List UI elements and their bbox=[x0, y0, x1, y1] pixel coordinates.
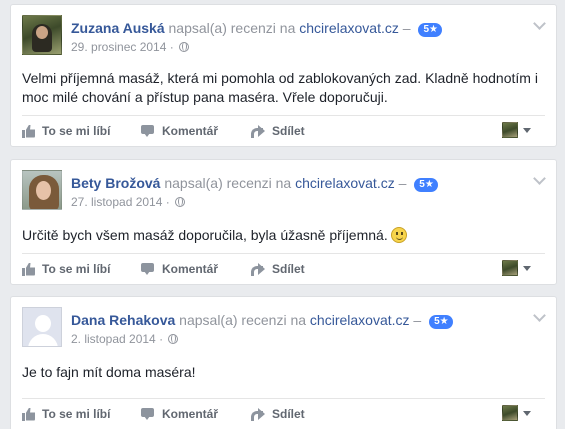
action-bar: To se mi líbí Komentář Sdílet bbox=[22, 115, 545, 146]
separator-dash: – bbox=[398, 175, 407, 191]
author-name-link[interactable]: Zuzana Auská bbox=[71, 20, 165, 36]
separator-dash: – bbox=[402, 20, 411, 36]
review-text: Určitě bych všem masáž doporučila, byla … bbox=[22, 227, 388, 243]
post-as-selector[interactable] bbox=[502, 260, 531, 276]
like-button[interactable]: To se mi líbí bbox=[22, 254, 110, 284]
review-date-link[interactable]: 29. prosinec 2014 · bbox=[71, 40, 174, 54]
review-action-text: napsal(a) recenzi na bbox=[164, 175, 292, 191]
comment-button[interactable]: Komentář bbox=[141, 116, 218, 146]
author-avatar[interactable] bbox=[22, 170, 62, 210]
thumbs-up-icon bbox=[22, 263, 36, 276]
site-link[interactable]: chcirelaxovat.cz bbox=[310, 312, 410, 328]
action-bar: To se mi líbí Komentář Sdílet bbox=[22, 398, 545, 429]
chevron-down-icon[interactable] bbox=[533, 309, 546, 322]
review-text: Je to fajn mít doma maséra! bbox=[22, 364, 196, 380]
caret-down-icon bbox=[523, 265, 531, 271]
comment-bubble-icon bbox=[141, 263, 155, 275]
action-bar: To se mi líbí Komentář Sdílet bbox=[22, 253, 545, 284]
comment-label: Komentář bbox=[162, 124, 219, 138]
default-avatar-head bbox=[35, 315, 51, 332]
share-label: Sdílet bbox=[272, 124, 305, 138]
like-label: To se mi líbí bbox=[42, 262, 111, 276]
caret-down-icon bbox=[523, 410, 531, 416]
review-meta: 29. prosinec 2014 · bbox=[71, 40, 190, 54]
share-arrow-icon bbox=[250, 263, 265, 276]
review-header: Zuzana Auská napsal(a) recenzi na chcire… bbox=[22, 15, 526, 55]
viewer-avatar bbox=[502, 405, 518, 421]
review-card: Dana Rehakova napsal(a) recenzi na chcir… bbox=[10, 296, 557, 429]
review-text-container: Určitě bych všem masáž doporučila, byla … bbox=[22, 226, 542, 245]
like-label: To se mi líbí bbox=[42, 124, 111, 138]
chevron-down-icon[interactable] bbox=[533, 172, 546, 185]
thumbs-up-icon bbox=[22, 125, 36, 138]
share-button[interactable]: Sdílet bbox=[250, 399, 305, 429]
rating-badge[interactable]: 5★ bbox=[414, 178, 438, 192]
rating-badge[interactable]: 5★ bbox=[429, 315, 453, 329]
comment-label: Komentář bbox=[162, 407, 219, 421]
rating-badge[interactable]: 5★ bbox=[418, 23, 442, 37]
review-text: Velmi příjemná masáž, která mi pomohla o… bbox=[22, 70, 538, 105]
comment-bubble-icon bbox=[141, 408, 155, 420]
viewer-avatar bbox=[502, 260, 518, 276]
globe-icon[interactable] bbox=[168, 334, 179, 344]
thumbs-up-icon bbox=[22, 408, 36, 421]
default-avatar-body bbox=[28, 334, 58, 346]
comment-label: Komentář bbox=[162, 262, 219, 276]
share-label: Sdílet bbox=[272, 262, 305, 276]
review-action-text: napsal(a) recenzi na bbox=[168, 20, 296, 36]
like-button[interactable]: To se mi líbí bbox=[22, 116, 110, 146]
globe-icon[interactable] bbox=[179, 42, 190, 52]
comment-button[interactable]: Komentář bbox=[141, 399, 218, 429]
review-title-line: Zuzana Auská napsal(a) recenzi na chcire… bbox=[71, 19, 442, 37]
like-button[interactable]: To se mi líbí bbox=[22, 399, 110, 429]
author-name-link[interactable]: Dana Rehakova bbox=[71, 312, 175, 328]
share-arrow-icon bbox=[250, 125, 265, 138]
review-action-text: napsal(a) recenzi na bbox=[179, 312, 307, 328]
chevron-down-icon[interactable] bbox=[533, 17, 546, 30]
caret-down-icon bbox=[523, 127, 531, 133]
share-arrow-icon bbox=[250, 408, 265, 421]
post-as-selector[interactable] bbox=[502, 122, 531, 138]
smile-emoji-icon bbox=[390, 227, 407, 243]
post-as-selector[interactable] bbox=[502, 405, 531, 421]
share-label: Sdílet bbox=[272, 407, 305, 421]
share-button[interactable]: Sdílet bbox=[250, 116, 305, 146]
review-meta: 2. listopad 2014 · bbox=[71, 332, 179, 346]
site-link[interactable]: chcirelaxovat.cz bbox=[295, 175, 395, 191]
author-avatar[interactable] bbox=[22, 307, 62, 347]
review-card: Bety Brožová napsal(a) recenzi na chcire… bbox=[10, 159, 557, 285]
review-header: Dana Rehakova napsal(a) recenzi na chcir… bbox=[22, 307, 526, 347]
globe-icon[interactable] bbox=[175, 197, 186, 207]
avatar-photo-face bbox=[36, 26, 48, 39]
review-card: Zuzana Auská napsal(a) recenzi na chcire… bbox=[10, 4, 557, 147]
author-avatar[interactable] bbox=[22, 15, 62, 55]
share-button[interactable]: Sdílet bbox=[250, 254, 305, 284]
avatar-photo-face bbox=[36, 181, 51, 200]
comment-button[interactable]: Komentář bbox=[141, 254, 218, 284]
like-label: To se mi líbí bbox=[42, 407, 111, 421]
viewer-avatar bbox=[502, 122, 518, 138]
separator-dash: – bbox=[413, 312, 422, 328]
site-link[interactable]: chcirelaxovat.cz bbox=[299, 20, 399, 36]
review-title-line: Dana Rehakova napsal(a) recenzi na chcir… bbox=[71, 311, 453, 329]
author-name-link[interactable]: Bety Brožová bbox=[71, 175, 160, 191]
review-meta: 27. listopad 2014 · bbox=[71, 195, 186, 209]
review-title-line: Bety Brožová napsal(a) recenzi na chcire… bbox=[71, 174, 438, 192]
review-date-link[interactable]: 2. listopad 2014 · bbox=[71, 332, 163, 346]
comment-bubble-icon bbox=[141, 125, 155, 137]
review-header: Bety Brožová napsal(a) recenzi na chcire… bbox=[22, 170, 526, 210]
review-date-link[interactable]: 27. listopad 2014 · bbox=[71, 195, 170, 209]
